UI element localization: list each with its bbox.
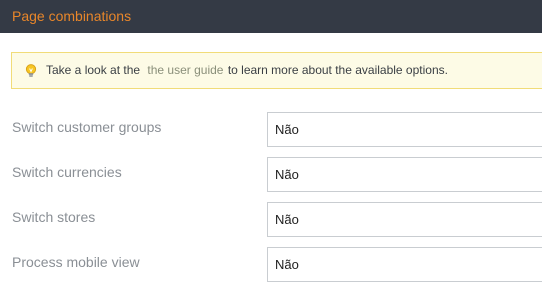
tip-text-after: to learn more about the available option…: [227, 63, 448, 77]
label-process-mobile-view: Process mobile view: [12, 254, 140, 270]
field-value: Não: [275, 122, 299, 137]
tip-text: Take a look at the the user guide to lea…: [46, 63, 448, 78]
field-value: Não: [275, 257, 299, 272]
label-switch-currencies: Switch currencies: [12, 164, 122, 180]
field-value: Não: [275, 167, 299, 182]
section-header: Page combinations: [0, 0, 542, 33]
tip-text-before: Take a look at the: [46, 63, 141, 77]
select-switch-customer-groups[interactable]: Não: [267, 112, 542, 147]
section-title: Page combinations: [12, 8, 132, 24]
label-switch-stores: Switch stores: [12, 209, 96, 225]
select-switch-currencies[interactable]: Não: [267, 157, 542, 192]
select-switch-stores[interactable]: Não: [267, 202, 542, 237]
field-value: Não: [275, 212, 299, 227]
lightbulb-icon: [23, 63, 39, 79]
tip-box: Take a look at the the user guide to lea…: [11, 52, 542, 89]
label-switch-customer-groups: Switch customer groups: [12, 119, 162, 135]
user-guide-link[interactable]: the user guide: [147, 63, 223, 77]
select-process-mobile-view[interactable]: Não: [267, 247, 542, 282]
